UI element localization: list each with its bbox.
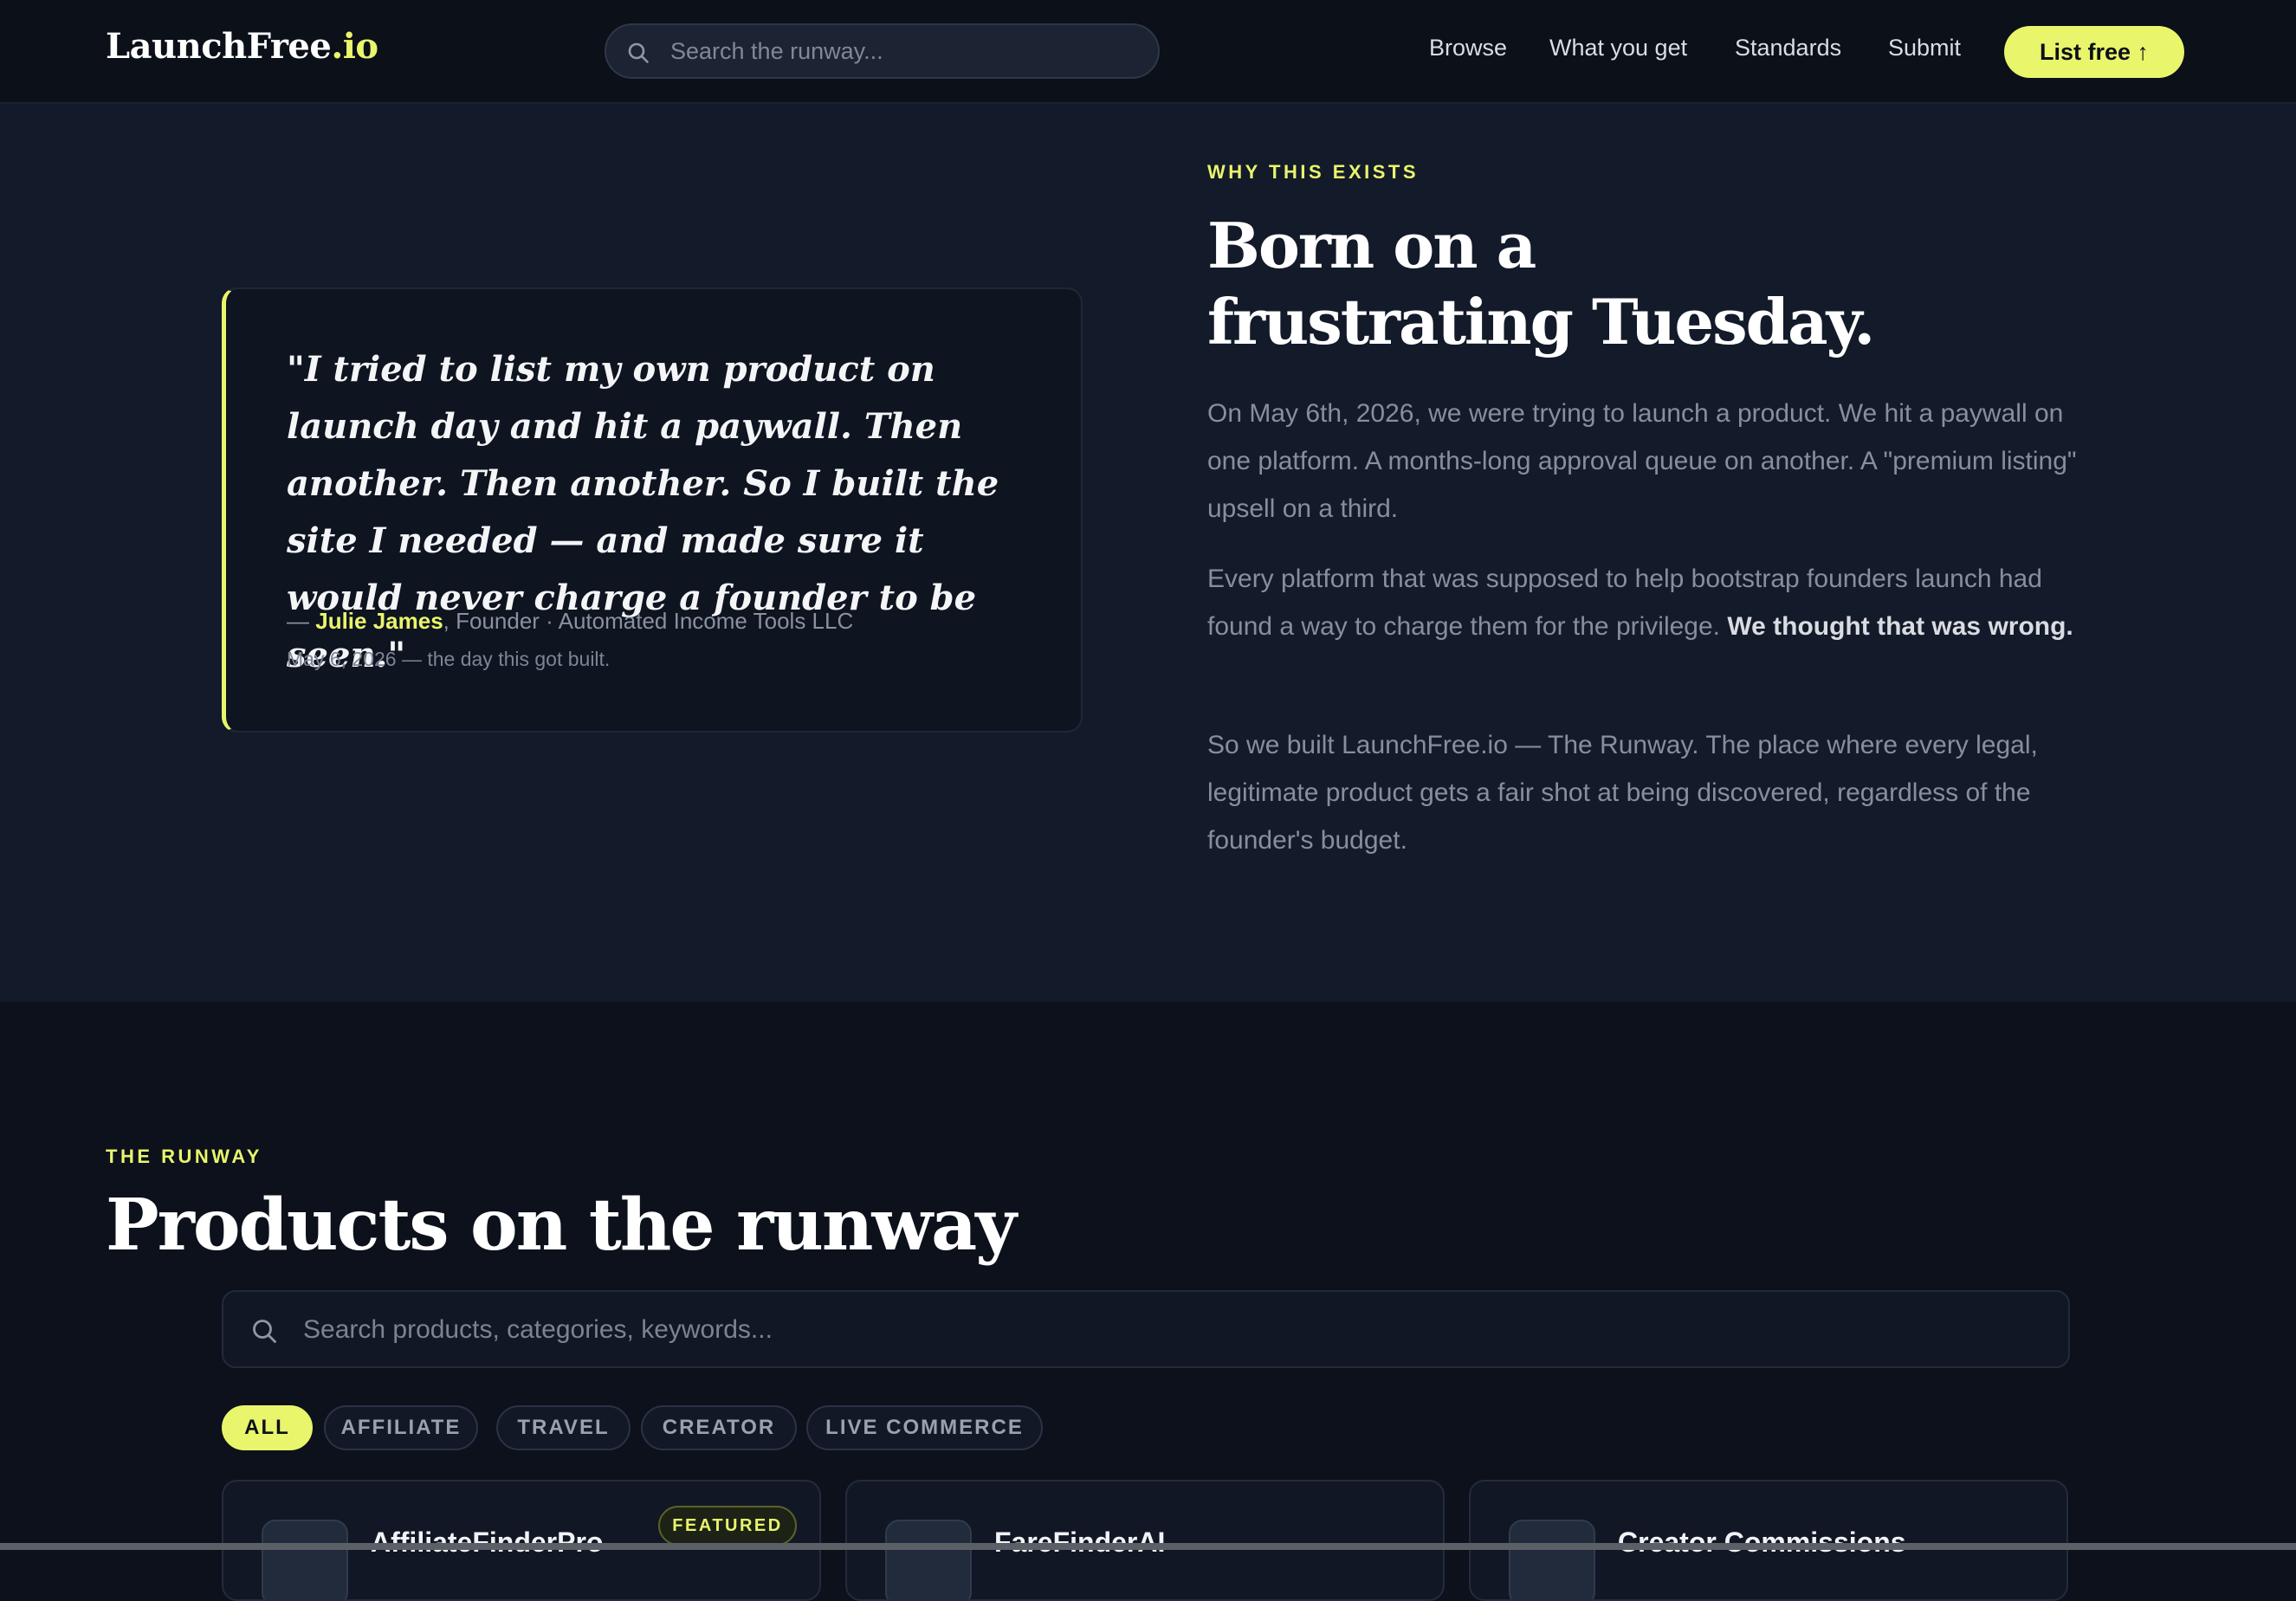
- product-card[interactable]: AffiliateFinderPro FEATURED: [222, 1480, 821, 1601]
- header-search[interactable]: [605, 23, 1160, 79]
- search-icon: [251, 1318, 277, 1348]
- nav-browse[interactable]: Browse: [1429, 35, 1507, 61]
- attribution-name: Julie James: [315, 608, 443, 634]
- story-paragraph-1: On May 6th, 2026, we were trying to laun…: [1207, 399, 2077, 523]
- filter-live-commerce[interactable]: LIVE COMMERCE: [806, 1405, 1043, 1450]
- story-title-line-2: frustrating Tuesday.: [1207, 285, 1875, 358]
- header-search-input[interactable]: [670, 34, 1138, 68]
- list-free-button[interactable]: List free ↑: [2004, 26, 2184, 78]
- story-paragraph-3: So we built LaunchFree.io — The Runway. …: [1207, 731, 2038, 855]
- runway-eyebrow: THE RUNWAY: [106, 1146, 262, 1167]
- product-search-input[interactable]: [303, 1311, 2035, 1349]
- logo[interactable]: LaunchFree.io: [106, 26, 378, 67]
- filter-all[interactable]: ALL: [222, 1405, 313, 1450]
- nav-submit[interactable]: Submit: [1888, 35, 1961, 61]
- filter-creator[interactable]: CREATOR: [641, 1405, 797, 1450]
- product-card[interactable]: FareFinderAI: [845, 1480, 1445, 1601]
- filter-travel[interactable]: TRAVEL: [496, 1405, 631, 1450]
- runway-section: THE RUNWAY Products on the runway ALL AF…: [0, 1002, 2296, 1601]
- featured-badge: FEATURED: [658, 1506, 797, 1546]
- nav-what-you-get[interactable]: What you get: [1549, 35, 1687, 61]
- story-section: "I tried to list my own product on launc…: [0, 104, 2296, 1002]
- logo-accent: .io: [331, 26, 378, 67]
- product-card[interactable]: Creator Commissions: [1469, 1480, 2068, 1601]
- product-thumbnail: [262, 1520, 348, 1599]
- product-thumbnail: [885, 1520, 972, 1599]
- attribution-role: , Founder · Automated Income Tools LLC: [443, 608, 854, 634]
- product-search[interactable]: [222, 1290, 2070, 1368]
- founder-quote-card: "I tried to list my own product on launc…: [222, 287, 1083, 733]
- site-header: LaunchFree.io Browse What you get Standa…: [0, 0, 2296, 104]
- search-icon: [627, 42, 650, 68]
- filter-affiliate[interactable]: AFFILIATE: [324, 1405, 478, 1450]
- attribution-date: May 6, 2026 — the day this got built.: [287, 648, 611, 670]
- window-bottom-edge: [0, 1543, 2296, 1550]
- story-eyebrow: WHY THIS EXISTS: [1207, 161, 1420, 183]
- runway-title: Products on the runway: [106, 1184, 1017, 1267]
- logo-main: LaunchFree: [106, 26, 332, 67]
- product-thumbnail: [1509, 1520, 1595, 1599]
- story-title-line-1: Born on a: [1207, 209, 1536, 282]
- quote-attribution: — Julie James, Founder · Automated Incom…: [287, 608, 1049, 635]
- story-paragraph-2-emphasis: We thought that was wrong.: [1727, 612, 2073, 641]
- nav-standards[interactable]: Standards: [1735, 35, 1841, 61]
- attribution-dash: —: [287, 608, 316, 634]
- story-title: Born on a frustrating Tuesday.: [1207, 208, 1987, 360]
- story-paragraph-2: Every platform that was supposed to help…: [1207, 555, 2082, 650]
